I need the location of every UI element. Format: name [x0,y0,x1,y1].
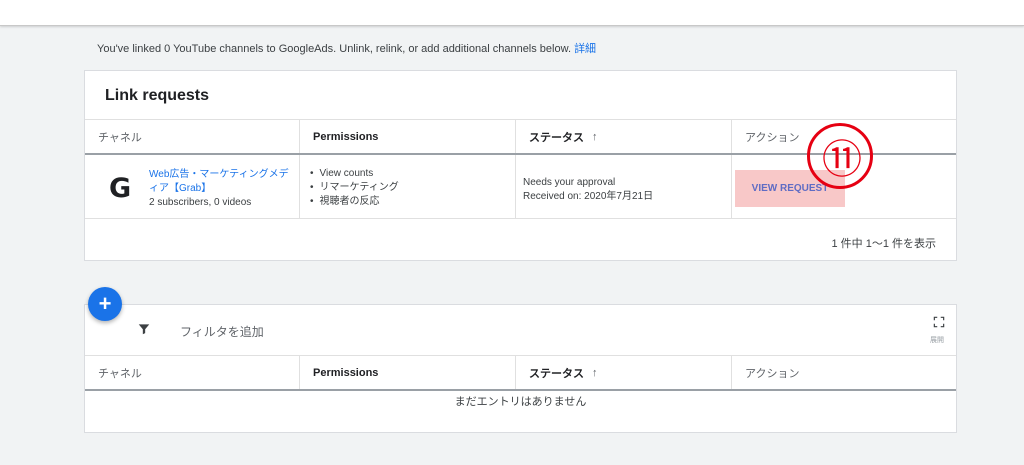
empty-message: まだエントリはありません [454,396,587,408]
expand-icon[interactable] [932,315,946,329]
pagination-info: 1 件中 1～1 件を表示 [831,238,936,250]
add-channel-button[interactable]: + [88,287,122,321]
column-header-channel[interactable]: チャネル [85,356,300,389]
column-header-permissions[interactable]: Permissions [300,356,516,389]
column-header-status[interactable]: ステータス ↑ [516,120,732,153]
channel-logo-icon: G [109,173,132,204]
linked-channels-card: フィルタを追加 展開 チャネル Permissions ステータス ↑ アクショ… [84,304,957,433]
sort-arrow-icon[interactable]: ↑ [592,131,598,143]
details-link[interactable]: 詳細 [574,43,596,55]
action-cell: VIEW REQUEST ⑪ [732,123,956,218]
status-received: Received on: 2020年7月21日 [523,191,654,202]
expand-label: 展開 [930,337,944,344]
add-filter-input[interactable]: フィルタを追加 [180,323,264,340]
status-cell: Needs your approval Received on: 2020年7月… [516,155,732,218]
permission-item: リマーケティング [310,181,399,195]
info-text: You've linked 0 YouTube channels to Goog… [97,43,571,55]
top-bar [0,0,1024,26]
channel-name-link[interactable]: Web広告・マーケティングメディア【Grab】 [149,168,289,196]
permissions-cell: View counts リマーケティング 視聴者の反応 [300,155,516,218]
sort-arrow-icon[interactable]: ↑ [592,367,598,379]
card-title: Link requests [105,87,210,104]
column-header-action: アクション [745,367,800,380]
channel-stats: 2 subscribers, 0 videos [149,197,252,208]
info-line: You've linked 0 YouTube channels to Goog… [97,40,596,56]
permission-item: View counts [310,167,399,181]
permission-item: 視聴者の反応 [310,195,399,209]
annotation-number-11: ⑪ [807,123,873,189]
column-header-permissions[interactable]: Permissions [300,120,516,153]
table-header: チャネル Permissions ステータス ↑ アクション [85,355,956,391]
link-requests-card: Link requests チャネル Permissions ステータス ↑ ア… [84,70,957,261]
column-header-status[interactable]: ステータス ↑ [516,356,732,389]
channel-cell: G Web広告・マーケティングメディア【Grab】 2 subscribers,… [85,155,300,218]
table-row: G Web広告・マーケティングメディア【Grab】 2 subscribers,… [85,123,956,219]
filter-icon[interactable] [137,322,151,336]
status-approval: Needs your approval [523,177,616,188]
column-header-channel[interactable]: チャネル [85,120,300,153]
